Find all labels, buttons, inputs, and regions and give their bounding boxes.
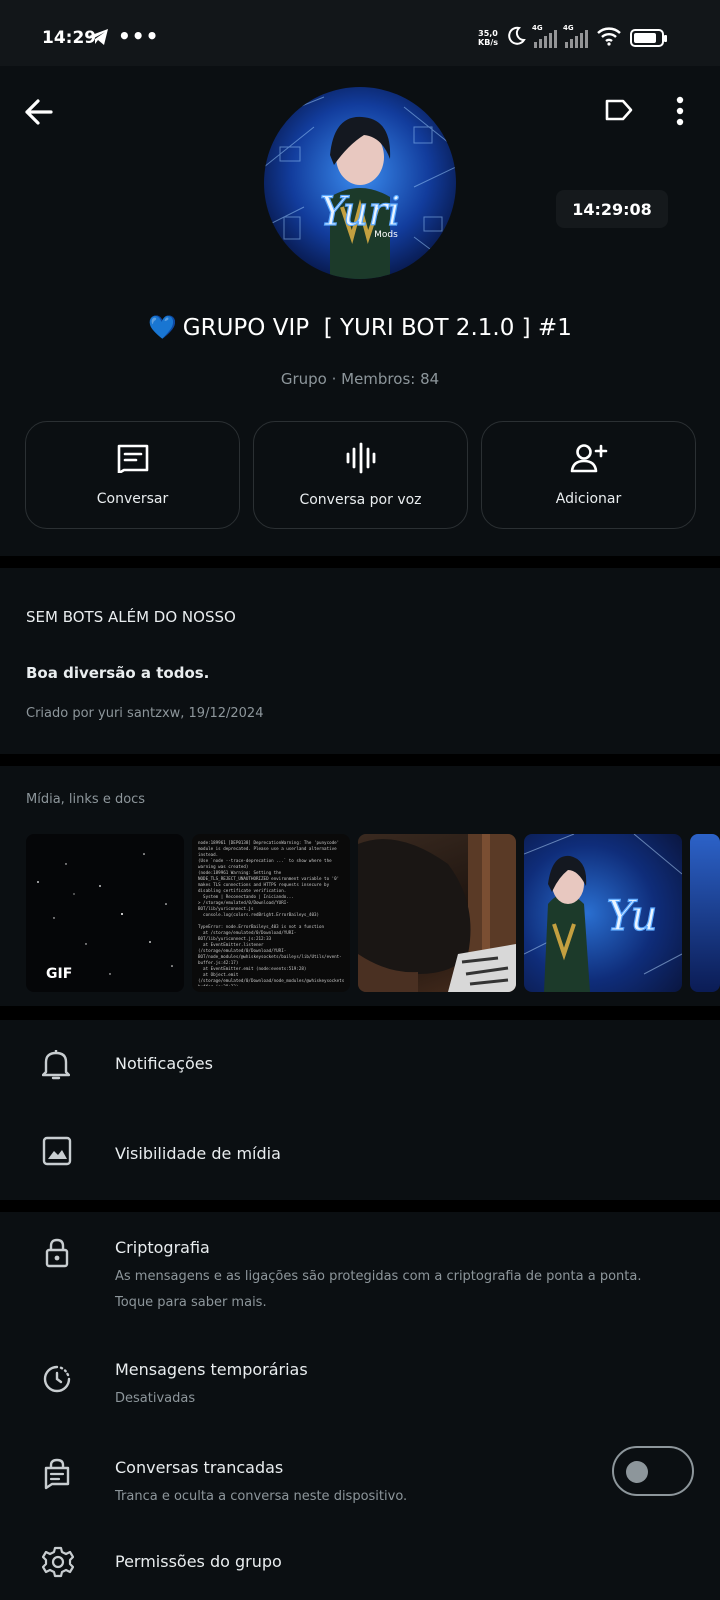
clock-overlay: 14:29:08 — [556, 190, 668, 228]
timer-icon — [42, 1364, 72, 1398]
disappearing-subtitle: Desativadas — [115, 1391, 196, 1406]
blue-heart-icon: 💙 — [148, 315, 177, 341]
telegram-icon — [88, 28, 110, 50]
status-icons: 35,0 KB/s 4G 4G — [478, 24, 667, 50]
toggle-knob — [626, 1461, 648, 1483]
media-thumb-gif[interactable]: GIF — [26, 834, 184, 992]
encryption-title: Criptografia — [115, 1238, 210, 1257]
section-divider — [0, 1200, 720, 1212]
media-section: Mídia, links e docs GIF node:189961 [DEP… — [0, 766, 720, 1006]
group-subtitle: Grupo · Membros: 84 — [280, 370, 440, 388]
group-header: Yuri Mods 14:29:08 💙 GRUPO VIP [ YURI BOT… — [0, 66, 720, 550]
more-options-icon[interactable] — [676, 96, 684, 130]
disappearing-title: Mensagens temporárias — [115, 1360, 308, 1379]
media-thumb-partial[interactable] — [690, 834, 720, 992]
locked-chats-subtitle: Tranca e oculta a conversa neste disposi… — [115, 1489, 408, 1504]
media-thumbnails: GIF node:189961 [DEP0138] DeprecationWar… — [26, 834, 720, 992]
locked-chats-title: Conversas trancadas — [115, 1458, 284, 1477]
locked-chats-row[interactable]: Conversas trancadas Tranca e oculta a co… — [0, 1432, 720, 1532]
locked-chat-icon — [44, 1458, 70, 1494]
add-person-icon — [570, 443, 608, 477]
disappearing-messages-row[interactable]: Mensagens temporárias Desativadas — [0, 1334, 720, 1430]
group-name-text: GRUPO VIP [ YURI BOT 2.1.0 ] #1 — [182, 315, 572, 341]
wifi-icon — [596, 26, 622, 50]
chat-button[interactable]: Conversar — [25, 421, 240, 529]
group-name[interactable]: 💙 GRUPO VIP [ YURI BOT 2.1.0 ] #1 — [0, 314, 720, 341]
svg-text:Yu: Yu — [606, 891, 657, 940]
svg-text:Mods: Mods — [374, 230, 398, 240]
settings-section-1: Notificações Visibilidade de mídia — [0, 1020, 720, 1200]
image-icon — [42, 1136, 72, 1170]
description-line-1: SEM BOTS ALÉM DO NOSSO — [26, 608, 236, 626]
network-speed: 35,0 KB/s — [478, 29, 498, 47]
label-icon[interactable] — [604, 98, 634, 126]
back-arrow-icon[interactable] — [24, 98, 54, 130]
description-line-2: Boa diversão a todos. — [26, 664, 210, 682]
more-notifications-icon: ••• — [118, 24, 160, 48]
encryption-subtitle: As mensagens e as ligações são protegida… — [115, 1269, 642, 1310]
add-member-button[interactable]: Adicionar — [481, 421, 696, 529]
settings-section-2: Criptografia As mensagens e as ligações … — [0, 1212, 720, 1600]
voice-wave-icon — [344, 442, 378, 478]
group-permissions-row[interactable]: Permissões do grupo — [0, 1532, 720, 1600]
created-by: Criado por yuri santzxw, 19/12/2024 — [26, 706, 264, 721]
message-icon — [116, 443, 150, 477]
bell-icon — [41, 1048, 71, 1084]
media-visibility-row[interactable]: Visibilidade de mídia — [0, 1110, 720, 1200]
media-thumb-photo[interactable] — [358, 834, 516, 992]
svg-text:Yuri: Yuri — [320, 189, 401, 235]
section-divider — [0, 556, 720, 568]
add-member-label: Adicionar — [555, 491, 622, 507]
status-bar: 14:29 ••• 35,0 KB/s 4G 4G — [0, 0, 720, 66]
media-thumb-anime[interactable]: Yu — [524, 834, 682, 992]
action-buttons: Conversar Conversa por voz Adicionar — [25, 421, 696, 529]
encryption-row[interactable]: Criptografia As mensagens e as ligações … — [0, 1212, 720, 1330]
media-header[interactable]: Mídia, links e docs — [26, 792, 145, 807]
group-description[interactable]: SEM BOTS ALÉM DO NOSSO Boa diversão a to… — [0, 568, 720, 754]
voice-chat-label: Conversa por voz — [299, 492, 422, 508]
lock-icon — [45, 1238, 69, 1272]
locked-chats-toggle[interactable] — [612, 1446, 694, 1496]
gear-icon — [41, 1546, 75, 1582]
signal-2-icon: 4G — [563, 24, 588, 48]
terminal-screenshot-text: node:189961 [DEP0138] DeprecationWarning… — [198, 840, 344, 986]
group-avatar[interactable]: Yuri Mods — [264, 87, 456, 279]
group-permissions-title: Permissões do grupo — [115, 1552, 282, 1571]
section-divider — [0, 754, 720, 766]
notifications-row[interactable]: Notificações — [0, 1020, 720, 1110]
gif-badge: GIF — [46, 966, 73, 982]
voice-chat-button[interactable]: Conversa por voz — [253, 421, 468, 529]
chat-label: Conversar — [96, 491, 169, 507]
section-divider — [0, 1006, 720, 1020]
notifications-label: Notificações — [115, 1054, 213, 1073]
moon-icon — [506, 26, 526, 50]
signal-1-icon: 4G — [532, 24, 557, 48]
media-visibility-label: Visibilidade de mídia — [115, 1144, 281, 1163]
media-thumb-terminal[interactable]: node:189961 [DEP0138] DeprecationWarning… — [192, 834, 350, 992]
battery-icon — [630, 29, 667, 47]
